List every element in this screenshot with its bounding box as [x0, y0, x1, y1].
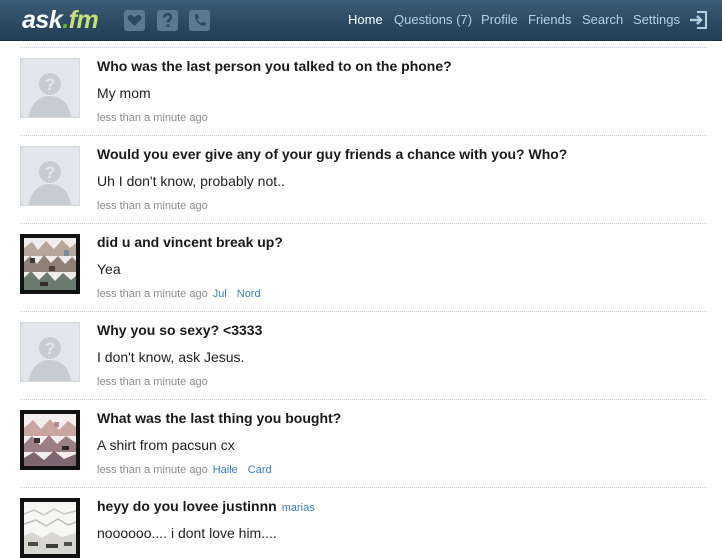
- answer-text: noooooo.... i dont love him....: [97, 525, 277, 541]
- question-text[interactable]: heyy do you lovee justinnn marias: [97, 498, 315, 514]
- nav-settings[interactable]: Settings: [633, 0, 680, 40]
- question-text[interactable]: Who was the last person you talked to on…: [97, 58, 452, 74]
- answer-text: Uh I don't know, probably not..: [97, 173, 285, 189]
- liker-link[interactable]: Card: [248, 464, 272, 476]
- user-avatar[interactable]: [20, 234, 80, 294]
- timestamp[interactable]: less than a minute ago: [97, 376, 208, 388]
- svg-text:?: ?: [45, 75, 55, 94]
- timestamp[interactable]: less than a minute ago: [97, 112, 208, 124]
- answer-text: Yea: [97, 261, 121, 277]
- feed-item: did u and vincent break up? Yea less tha…: [20, 224, 707, 312]
- feed-item: What was the last thing you bought? A sh…: [20, 400, 707, 488]
- nav-questions[interactable]: Questions (7): [394, 0, 472, 40]
- answer-meta: less than a minute ago Jul Nord: [97, 288, 261, 300]
- liker-link[interactable]: Jul: [213, 288, 227, 300]
- logout-icon[interactable]: [688, 11, 708, 29]
- feed-item: ? Who was the last person you talked to …: [20, 48, 707, 136]
- answer-meta: less than a minute ago: [97, 112, 208, 124]
- answer-meta: less than a minute ago: [97, 200, 208, 212]
- answer-text: My mom: [97, 85, 151, 101]
- timestamp[interactable]: less than a minute ago: [97, 288, 208, 300]
- heart-icon[interactable]: [124, 10, 145, 31]
- liker-link[interactable]: Haile: [213, 464, 238, 476]
- feed-item: ? Why you so sexy? <3333 I don't know, a…: [20, 312, 707, 400]
- timestamp[interactable]: less than a minute ago: [97, 464, 208, 476]
- answer-text: A shirt from pacsun cx: [97, 437, 235, 453]
- question-text[interactable]: What was the last thing you bought?: [97, 410, 341, 426]
- default-avatar-icon[interactable]: ?: [20, 322, 80, 382]
- nav-home[interactable]: Home: [348, 0, 383, 40]
- liker-link[interactable]: Nord: [237, 288, 261, 300]
- default-avatar-icon[interactable]: ?: [20, 146, 80, 206]
- feed-item: ? Would you ever give any of your guy fr…: [20, 136, 707, 224]
- phone-icon[interactable]: [189, 10, 210, 31]
- nav-profile[interactable]: Profile: [481, 0, 518, 40]
- question-icon[interactable]: [157, 10, 178, 31]
- nav-friends[interactable]: Friends: [528, 0, 571, 40]
- question-text[interactable]: Would you ever give any of your guy frie…: [97, 146, 567, 162]
- feed-item: heyy do you lovee justinnn marias noooooo…: [20, 488, 707, 558]
- top-navigation-bar: ask.fm Home Questions (7) Profile Friend…: [0, 0, 722, 41]
- answer-meta: less than a minute ago: [97, 376, 208, 388]
- question-text[interactable]: did u and vincent break up?: [97, 234, 283, 250]
- answer-text: I don't know, ask Jesus.: [97, 349, 245, 365]
- user-avatar[interactable]: [20, 498, 80, 558]
- timestamp[interactable]: less than a minute ago: [97, 200, 208, 212]
- svg-text:?: ?: [45, 163, 55, 182]
- askfm-logo[interactable]: ask.fm: [22, 5, 99, 35]
- user-avatar[interactable]: [20, 410, 80, 470]
- asker-link[interactable]: marias: [282, 502, 315, 514]
- answer-meta: less than a minute ago Haile Card: [97, 464, 272, 476]
- question-text[interactable]: Why you so sexy? <3333: [97, 322, 262, 338]
- svg-text:?: ?: [45, 339, 55, 358]
- default-avatar-icon[interactable]: ?: [20, 58, 80, 118]
- nav-search[interactable]: Search: [582, 0, 623, 40]
